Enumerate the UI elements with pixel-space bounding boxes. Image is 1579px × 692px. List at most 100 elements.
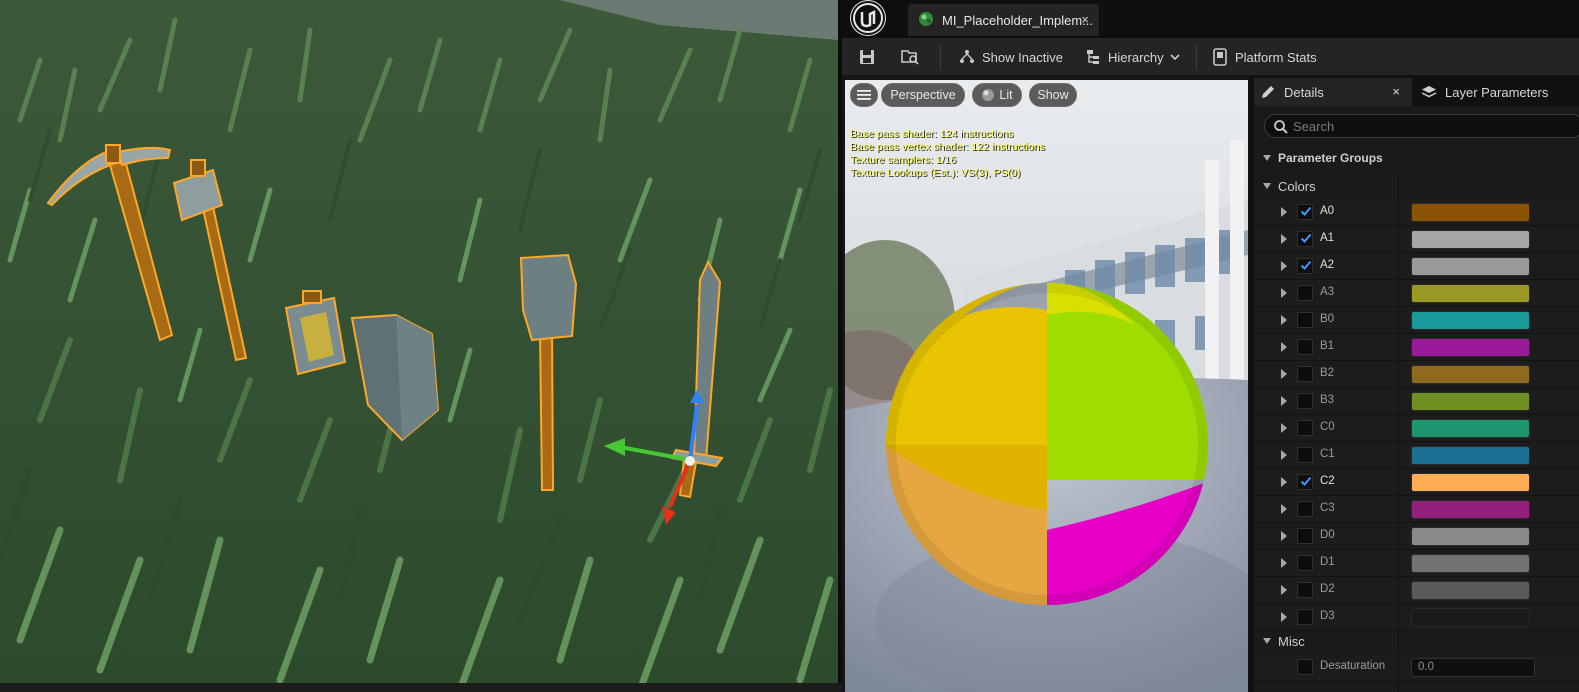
expand-arrow-icon[interactable] (1281, 261, 1287, 271)
override-checkbox[interactable] (1297, 285, 1313, 301)
desaturation-checkbox[interactable] (1297, 659, 1313, 675)
override-checkbox[interactable] (1297, 501, 1313, 517)
colors-group-row[interactable]: Colors (1254, 173, 1579, 199)
override-checkbox[interactable] (1297, 258, 1313, 274)
close-details-icon[interactable]: × (1392, 84, 1400, 99)
param-name-label: A0 (1320, 205, 1335, 217)
expand-arrow-icon[interactable] (1281, 396, 1287, 406)
show-button[interactable]: Show (1029, 83, 1077, 107)
material-preview-viewport[interactable]: Perspective Lit Show Base pass shader: 1… (845, 80, 1248, 692)
close-tab-icon[interactable]: × (1081, 12, 1089, 27)
color-param-row: A2 (1254, 253, 1579, 280)
expand-arrow-icon[interactable] (1281, 531, 1287, 541)
override-checkbox[interactable] (1297, 555, 1313, 571)
search-placeholder: Search (1293, 118, 1335, 134)
level-viewport[interactable] (0, 0, 838, 683)
color-swatch[interactable] (1411, 203, 1530, 222)
override-checkbox[interactable] (1297, 339, 1313, 355)
override-checkbox[interactable] (1297, 582, 1313, 598)
color-swatch[interactable] (1411, 554, 1530, 573)
color-param-row: A3 (1254, 280, 1579, 307)
color-swatch[interactable] (1411, 608, 1530, 627)
color-swatch[interactable] (1411, 419, 1530, 438)
color-swatch[interactable] (1411, 527, 1530, 546)
color-swatch[interactable] (1411, 338, 1530, 357)
expand-arrow-icon[interactable] (1281, 288, 1287, 298)
color-swatch[interactable] (1411, 446, 1530, 465)
toolbar-separator (940, 44, 941, 70)
lit-button[interactable]: Lit (972, 83, 1022, 107)
expand-arrow-icon[interactable] (1281, 450, 1287, 460)
color-swatch[interactable] (1411, 500, 1530, 519)
color-param-row: A1 (1254, 226, 1579, 253)
param-value-cell (1399, 307, 1579, 333)
param-name-label: C0 (1320, 421, 1335, 433)
expand-arrow-icon[interactable] (1281, 207, 1287, 217)
search-input[interactable]: Search (1264, 114, 1579, 138)
override-checkbox[interactable] (1297, 393, 1313, 409)
param-value-cell (1399, 496, 1579, 522)
color-swatch[interactable] (1411, 257, 1530, 276)
color-swatch[interactable] (1411, 473, 1530, 492)
checkbox-tick-icon (1300, 476, 1312, 486)
override-checkbox[interactable] (1297, 366, 1313, 382)
override-checkbox[interactable] (1297, 474, 1313, 490)
override-checkbox[interactable] (1297, 447, 1313, 463)
override-checkbox[interactable] (1297, 312, 1313, 328)
platform-stats-button[interactable]: Platform Stats (1212, 45, 1317, 69)
hierarchy-button[interactable]: Hierarchy (1084, 45, 1180, 69)
expand-arrow-icon[interactable] (1281, 558, 1287, 568)
param-name-label: D3 (1320, 610, 1335, 622)
override-checkbox[interactable] (1297, 420, 1313, 436)
expand-arrow-icon[interactable] (1281, 315, 1287, 325)
param-value-cell (1399, 199, 1579, 225)
color-swatch[interactable] (1411, 581, 1530, 600)
param-value-cell (1399, 388, 1579, 414)
expand-arrow-icon[interactable] (1281, 504, 1287, 514)
tab-label: MI_Placeholder_Implem... (942, 12, 1094, 28)
unreal-logo-icon[interactable] (850, 0, 886, 36)
viewport-menu-button[interactable] (850, 83, 878, 107)
lit-sphere-icon (982, 89, 995, 101)
checkbox-tick-icon (1300, 233, 1312, 243)
column-separator[interactable] (1398, 173, 1399, 692)
color-swatch[interactable] (1411, 311, 1530, 330)
expand-arrow-icon[interactable] (1281, 342, 1287, 352)
tab-layer-parameters[interactable]: Layer Parameters (1418, 78, 1579, 106)
color-swatch[interactable] (1411, 392, 1530, 411)
expand-arrow-icon[interactable] (1281, 234, 1287, 244)
save-button[interactable] (858, 45, 876, 69)
expand-arrow-icon[interactable] (1281, 423, 1287, 433)
expand-arrow-icon[interactable] (1281, 369, 1287, 379)
color-param-row: D1 (1254, 550, 1579, 577)
override-checkbox[interactable] (1297, 528, 1313, 544)
color-param-row: B0 (1254, 307, 1579, 334)
param-name-label: C3 (1320, 502, 1335, 514)
misc-group-row[interactable]: Misc (1254, 628, 1579, 654)
color-param-row: C2 (1254, 469, 1579, 496)
platform-stats-icon (1213, 48, 1227, 66)
parameter-groups-header[interactable]: Parameter Groups (1254, 146, 1579, 170)
expand-arrow-icon[interactable] (1281, 477, 1287, 487)
tab-layer-parameters-label: Layer Parameters (1445, 84, 1549, 100)
show-inactive-button[interactable]: Show Inactive (958, 45, 1063, 69)
desaturation-field[interactable]: 0.0 (1411, 658, 1535, 677)
browse-asset-icon (901, 50, 919, 65)
color-swatch[interactable] (1411, 284, 1530, 303)
tab-details-label: Details (1284, 84, 1324, 100)
override-checkbox[interactable] (1297, 231, 1313, 247)
expand-arrow-icon[interactable] (1281, 585, 1287, 595)
tab-details[interactable]: Details × (1254, 78, 1412, 106)
browse-asset-button[interactable] (900, 45, 920, 69)
color-swatch[interactable] (1411, 365, 1530, 384)
tab-material-instance[interactable]: MI_Placeholder_Implem... × (908, 4, 1099, 36)
param-name-label: B2 (1320, 367, 1335, 379)
perspective-button[interactable]: Perspective (881, 83, 965, 107)
override-checkbox[interactable] (1297, 204, 1313, 220)
color-param-row: D0 (1254, 523, 1579, 550)
color-swatch[interactable] (1411, 230, 1530, 249)
override-checkbox[interactable] (1297, 609, 1313, 625)
viewport-splitter[interactable] (838, 0, 842, 692)
param-value-cell (1399, 469, 1579, 495)
expand-arrow-icon[interactable] (1281, 612, 1287, 622)
